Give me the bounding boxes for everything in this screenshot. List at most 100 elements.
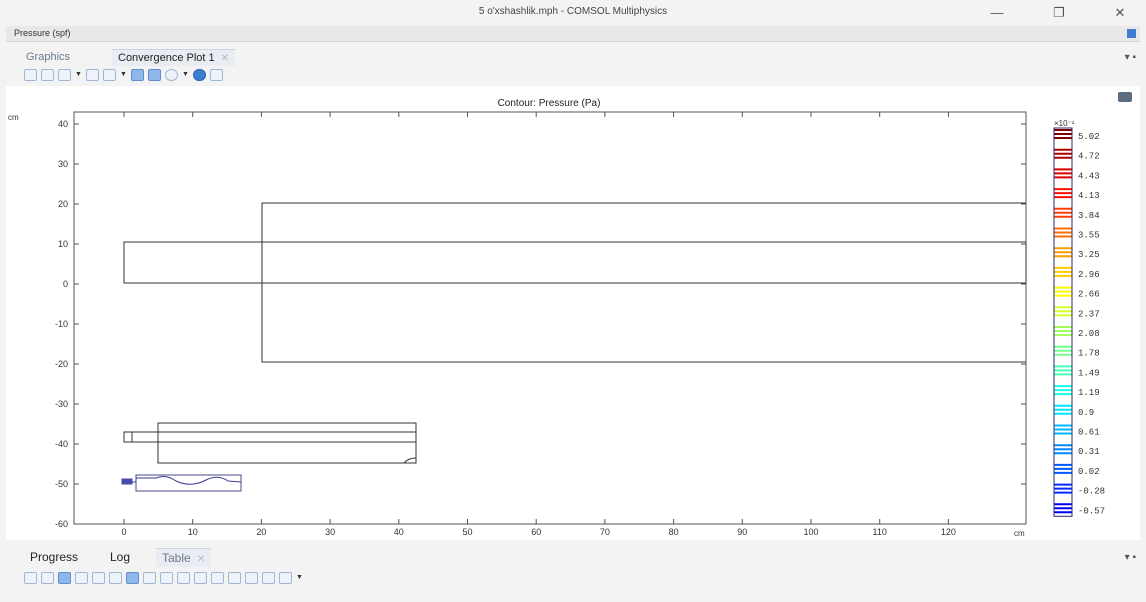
geometry (121, 202, 1027, 492)
colorbar: ×10⁻¹ 5.02 4.72 4.43 4.13 3.84 3.55 3.25 2.96 2.… (1053, 119, 1105, 517)
copy-icon[interactable] (109, 572, 122, 584)
options-icon[interactable] (279, 572, 292, 584)
colorbar-label: -0.28 (1078, 487, 1105, 497)
zoom-out-icon[interactable] (41, 69, 54, 81)
restore-button[interactable]: ❐ (1047, 4, 1071, 22)
panel-menu-icon[interactable]: ▾ ▪ (1125, 52, 1136, 63)
colorbar-label: 0.02 (1078, 467, 1100, 477)
close-tab-icon[interactable]: ✕ (221, 53, 229, 64)
automatic-precision-icon[interactable] (58, 572, 71, 584)
corner-arc (403, 457, 417, 464)
table-toolbar: ▼ (24, 570, 303, 586)
zoom-extents-icon[interactable] (86, 69, 99, 81)
caret-icon[interactable]: ▼ (120, 69, 127, 81)
sort-icon[interactable] (75, 572, 88, 584)
select-icon[interactable] (131, 69, 144, 81)
axes-frame (73, 111, 1027, 525)
export-icon[interactable] (245, 572, 258, 584)
x-tick-label: 40 (394, 527, 404, 537)
clear-icon[interactable] (228, 572, 241, 584)
plot-title: Contour: Pressure (Pa) (498, 98, 601, 109)
x-tick-label: 0 (121, 527, 126, 537)
colorbar-label: 1.78 (1078, 349, 1100, 359)
bar-icon[interactable] (211, 572, 224, 584)
colorbar-label: 5.02 (1078, 132, 1100, 142)
bottom-tabs: Progress Log Table ✕ ▾ ▪ (6, 546, 1140, 568)
axis-icon[interactable] (103, 69, 116, 81)
y-tick-label: 20 (58, 199, 68, 209)
tab-progress[interactable]: Progress (24, 548, 84, 566)
plot-canvas[interactable]: Contour: Pressure (Pa) cm cm 403020100-1… (6, 86, 1140, 540)
x-tick-label: 60 (531, 527, 541, 537)
y-unit-label: cm (8, 113, 19, 122)
x-ticks: 0 10 20 30 40 50 60 70 80 90 100 110 120 (121, 112, 956, 537)
colorbar-label: 1.49 (1078, 368, 1100, 378)
tab-progress-label: Progress (30, 550, 79, 564)
title-bar: 5 o'xshashlik.mph - COMSOL Multiphysics … (0, 0, 1146, 26)
small-inlet-1 (123, 431, 133, 443)
help-icon[interactable] (1127, 29, 1136, 38)
y-ticks: 40 30 20 10 0 -10 -20 -30 -40 -50 -60 (55, 119, 1026, 529)
y-tick-label: -30 (55, 399, 68, 409)
colorbar-label: 3.25 (1078, 250, 1100, 260)
close-tab-icon[interactable]: ✕ (197, 554, 205, 565)
save-image-icon[interactable] (210, 69, 223, 81)
y-tick-label: 10 (58, 239, 68, 249)
colorbar-label: 2.08 (1078, 329, 1100, 339)
y-tick-label: 30 (58, 159, 68, 169)
x-tick-label: 10 (188, 527, 198, 537)
x-tick-label: 30 (325, 527, 335, 537)
colorbar-label: 3.55 (1078, 231, 1100, 241)
table-icon[interactable] (24, 572, 37, 584)
caret-icon[interactable]: ▼ (75, 69, 82, 81)
y-tick-label: -50 (55, 479, 68, 489)
minimize-button[interactable]: — (985, 4, 1009, 22)
x-tick-label: 90 (737, 527, 747, 537)
tab-convergence-label: Convergence Plot 1 (118, 52, 215, 64)
colorbar-label: 0.61 (1078, 428, 1100, 438)
y-tick-label: -10 (55, 319, 68, 329)
colorbar-label: 4.13 (1078, 191, 1100, 201)
settings-header: Pressure (spf) (6, 26, 1140, 42)
graphics-toolbar: ▼ ▼ ▼ (24, 66, 223, 84)
zoom-box-icon[interactable] (58, 69, 71, 81)
tab-convergence-plot[interactable]: Convergence Plot 1 ✕ (112, 49, 236, 66)
table-graph-icon[interactable] (177, 572, 190, 584)
graphics-window[interactable]: Contour: Pressure (Pa) cm cm 40 30 20 10 0 -1… (6, 86, 1140, 540)
colorbar-frame (1053, 127, 1073, 517)
node-label: Pressure (spf) (14, 28, 71, 38)
filter-icon[interactable] (92, 572, 105, 584)
caret-icon[interactable]: ▼ (182, 69, 189, 81)
x-tick-label: 110 (873, 527, 887, 537)
save-table-icon[interactable] (262, 572, 275, 584)
graph-settings-icon[interactable] (143, 572, 156, 584)
x-tick-label: 70 (600, 527, 610, 537)
colorbar-label: 0.9 (1078, 408, 1094, 418)
colorbar-label: 4.72 (1078, 152, 1100, 162)
tab-graphics-label: Graphics (26, 51, 71, 63)
bottom-menu-icon[interactable]: ▾ ▪ (1125, 552, 1136, 563)
cloud-icon[interactable] (193, 69, 206, 81)
line-plot-icon[interactable] (160, 572, 173, 584)
select-all-icon[interactable] (148, 69, 161, 81)
histogram-icon[interactable] (194, 572, 207, 584)
tab-graphics[interactable]: Graphics (20, 49, 76, 65)
tab-table[interactable]: Table ✕ (156, 548, 212, 567)
y-tick-label: -40 (55, 439, 68, 449)
settings-icon[interactable] (165, 69, 178, 81)
colorbar-label: -0.57 (1078, 506, 1105, 516)
graphics-tabs: Graphics Convergence Plot 1 ✕ ▾ ▪ (6, 46, 1140, 68)
graph-icon[interactable] (126, 572, 139, 584)
y-tick-label: -20 (55, 359, 68, 369)
colorbar-label: 3.84 (1078, 211, 1100, 221)
close-button[interactable]: ✕ (1108, 4, 1132, 22)
x-tick-label: 100 (803, 527, 818, 537)
window-title: 5 o'xshashlik.mph - COMSOL Multiphysics (478, 6, 668, 17)
caret-icon[interactable]: ▼ (296, 572, 303, 584)
tab-log[interactable]: Log (104, 548, 136, 566)
camera-icon[interactable] (1118, 92, 1132, 102)
full-precision-icon[interactable] (41, 572, 54, 584)
zoom-in-icon[interactable] (24, 69, 37, 81)
inlet-pipe (123, 241, 1027, 284)
colorbar-label: 1.19 (1078, 388, 1100, 398)
